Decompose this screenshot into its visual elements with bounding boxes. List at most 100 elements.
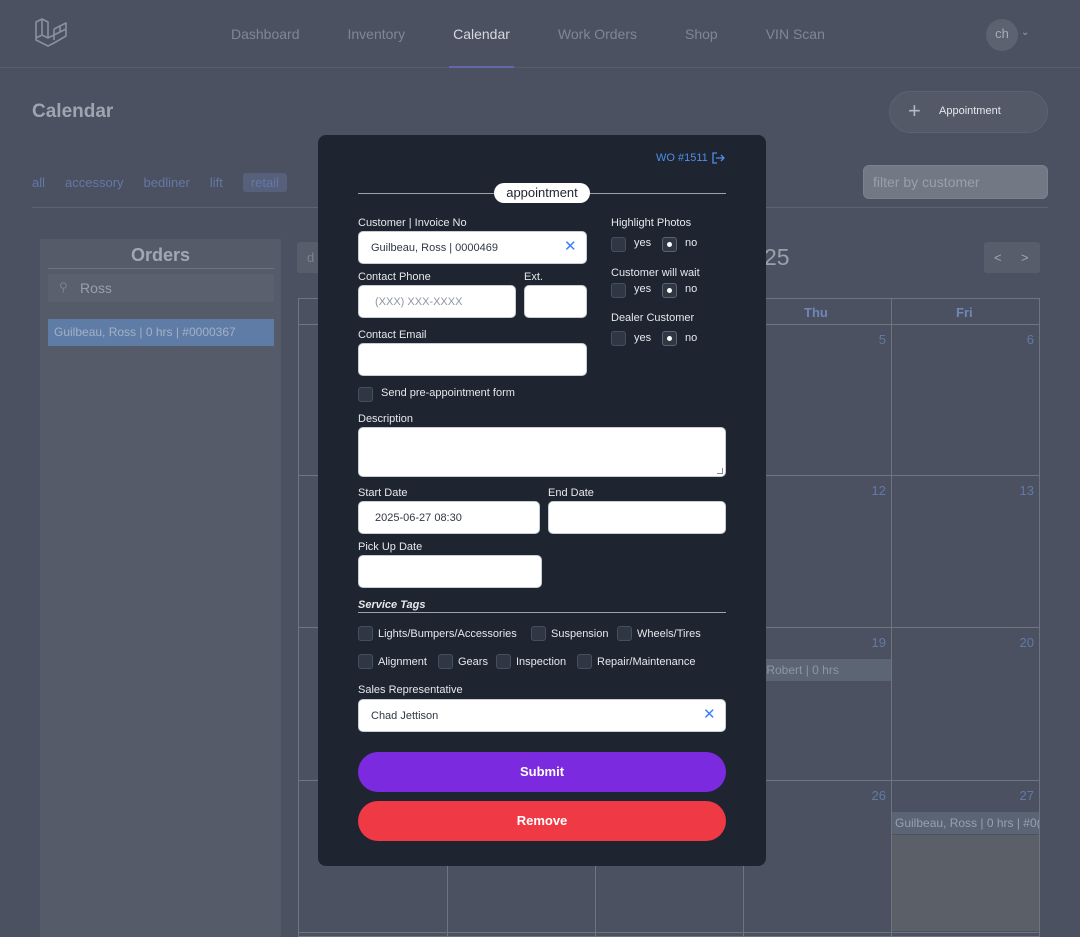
orders-search-input[interactable]: ⚲ Ross — [48, 274, 274, 302]
calendar-next-button[interactable]: > — [1021, 250, 1029, 265]
wait-yes-radio[interactable] — [611, 283, 626, 298]
tag-inspection-label: Inspection — [516, 656, 567, 668]
filter-lift[interactable]: lift — [210, 175, 223, 192]
plus-icon: + — [908, 98, 921, 123]
tag-repair-label: Repair/Maintenance — [597, 656, 696, 668]
filter-all[interactable]: all — [32, 175, 45, 192]
grid-line — [298, 932, 1040, 933]
nav-vin-scan[interactable]: VIN Scan — [766, 26, 825, 42]
highlight-photos-label: Highlight Photos — [611, 217, 692, 229]
tag-inspection-checkbox[interactable] — [496, 654, 511, 669]
day-number: 12 — [871, 483, 886, 498]
highlight-no-radio[interactable] — [662, 237, 677, 252]
yes-label: yes — [634, 237, 652, 249]
page-title: Calendar — [32, 101, 114, 122]
phone-input[interactable]: (XXX) XXX-XXXX — [358, 285, 516, 318]
divider — [48, 268, 274, 269]
no-label: no — [685, 237, 698, 249]
tag-suspension-checkbox[interactable] — [531, 626, 546, 641]
order-list-item[interactable]: Guilbeau, Ross | 0 hrs | #0000367 — [48, 319, 274, 346]
day-number: 6 — [1026, 332, 1034, 347]
phone-label: Contact Phone — [358, 271, 431, 283]
day-number: 19 — [871, 635, 886, 650]
no-label: no — [685, 332, 698, 344]
dealer-yes-radio[interactable] — [611, 331, 626, 346]
user-avatar[interactable]: ch — [986, 19, 1018, 51]
calendar-event[interactable]: ler, Robert | 0 hrs — [744, 659, 891, 681]
submit-button[interactable]: Submit — [358, 752, 726, 792]
calendar-month-title: 25 — [764, 244, 790, 270]
divider — [358, 612, 726, 613]
yes-label: yes — [634, 283, 652, 295]
orders-panel: Orders ⚲ Ross Guilbeau, Ross | 0 hrs | #… — [40, 239, 281, 937]
day-number: 26 — [871, 788, 886, 803]
ext-input[interactable] — [524, 285, 587, 318]
no-label: no — [685, 283, 698, 295]
tag-gears-checkbox[interactable] — [438, 654, 453, 669]
external-link-icon[interactable] — [710, 150, 726, 166]
yes-label: yes — [634, 332, 652, 344]
wait-no-radio[interactable] — [662, 283, 677, 298]
remove-button[interactable]: Remove — [358, 801, 726, 841]
nav-dashboard[interactable]: Dashboard — [231, 26, 300, 42]
tag-wheels-checkbox[interactable] — [617, 626, 632, 641]
laravel-logo-icon[interactable] — [34, 16, 68, 50]
filter-retail[interactable]: retail — [242, 173, 287, 192]
tag-alignment-checkbox[interactable] — [358, 654, 373, 669]
calendar-event[interactable]: Guilbeau, Ross | 0 hrs | #0( — [892, 812, 1039, 834]
nav-calendar[interactable]: Calendar — [449, 26, 514, 68]
nav-work-orders[interactable]: Work Orders — [558, 26, 637, 42]
calendar-nav: < > — [984, 242, 1040, 273]
customer-label: Customer | Invoice No — [358, 217, 467, 229]
clear-customer-icon[interactable]: ✕ — [564, 239, 577, 254]
calendar-prev-button[interactable]: < — [994, 250, 1002, 265]
clear-sales-rep-icon[interactable]: ✕ — [703, 707, 716, 722]
weekday-fri: Fri — [956, 305, 973, 320]
day-number: 13 — [1019, 483, 1034, 498]
nav-inventory[interactable]: Inventory — [348, 26, 406, 42]
customer-wait-label: Customer will wait — [611, 267, 700, 279]
resize-handle-icon[interactable] — [717, 468, 723, 474]
add-appointment-label: Appointment — [939, 105, 1001, 117]
tag-suspension-label: Suspension — [551, 628, 609, 640]
filter-bedliner[interactable]: bedliner — [144, 175, 190, 192]
pre-appointment-label: Send pre-appointment form — [381, 387, 515, 399]
orders-search-value: Ross — [80, 280, 112, 296]
end-date-label: End Date — [548, 487, 594, 499]
tag-gears-label: Gears — [458, 656, 488, 668]
filter-accessory[interactable]: accessory — [65, 175, 124, 192]
day-number: 20 — [1019, 635, 1034, 650]
weekday-thu: Thu — [804, 305, 828, 320]
tag-lights-checkbox[interactable] — [358, 626, 373, 641]
work-order-link[interactable]: WO #1511 — [656, 152, 708, 164]
highlight-yes-radio[interactable] — [611, 237, 626, 252]
day-number: 27 — [1019, 788, 1034, 803]
calendar-day-highlight — [892, 835, 1039, 931]
tag-repair-checkbox[interactable] — [577, 654, 592, 669]
category-filters: all accessory bedliner lift retail — [32, 173, 307, 192]
customer-input[interactable]: Guilbeau, Ross | 0000469 — [358, 231, 587, 264]
customer-filter-input[interactable]: filter by customer — [863, 165, 1048, 199]
nav-shop[interactable]: Shop — [685, 26, 718, 42]
add-appointment-button[interactable]: + Appointment — [889, 91, 1048, 133]
start-date-input[interactable]: 2025-06-27 08:30 — [358, 501, 540, 534]
description-textarea[interactable] — [358, 427, 726, 477]
day-number: 5 — [878, 332, 886, 347]
pickup-date-input[interactable] — [358, 555, 542, 588]
dealer-customer-label: Dealer Customer — [611, 312, 695, 324]
email-input[interactable] — [358, 343, 587, 376]
section-title: appointment — [494, 183, 590, 203]
orders-title: Orders — [130, 245, 191, 265]
pickup-date-label: Pick Up Date — [358, 541, 423, 553]
top-nav: Dashboard Inventory Calendar Work Orders… — [0, 0, 1080, 68]
pre-appointment-checkbox[interactable] — [358, 387, 373, 402]
description-label: Description — [358, 413, 414, 425]
email-label: Contact Email — [358, 329, 427, 341]
search-icon: ⚲ — [59, 280, 68, 294]
end-date-input[interactable] — [548, 501, 726, 534]
chevron-down-icon[interactable]: ⌄ — [1021, 27, 1029, 38]
tag-lights-label: Lights/Bumpers/Accessories — [378, 628, 517, 640]
service-tags-title: Service Tags — [358, 599, 426, 611]
sales-rep-input[interactable]: Chad Jettison — [358, 699, 726, 732]
dealer-no-radio[interactable] — [662, 331, 677, 346]
